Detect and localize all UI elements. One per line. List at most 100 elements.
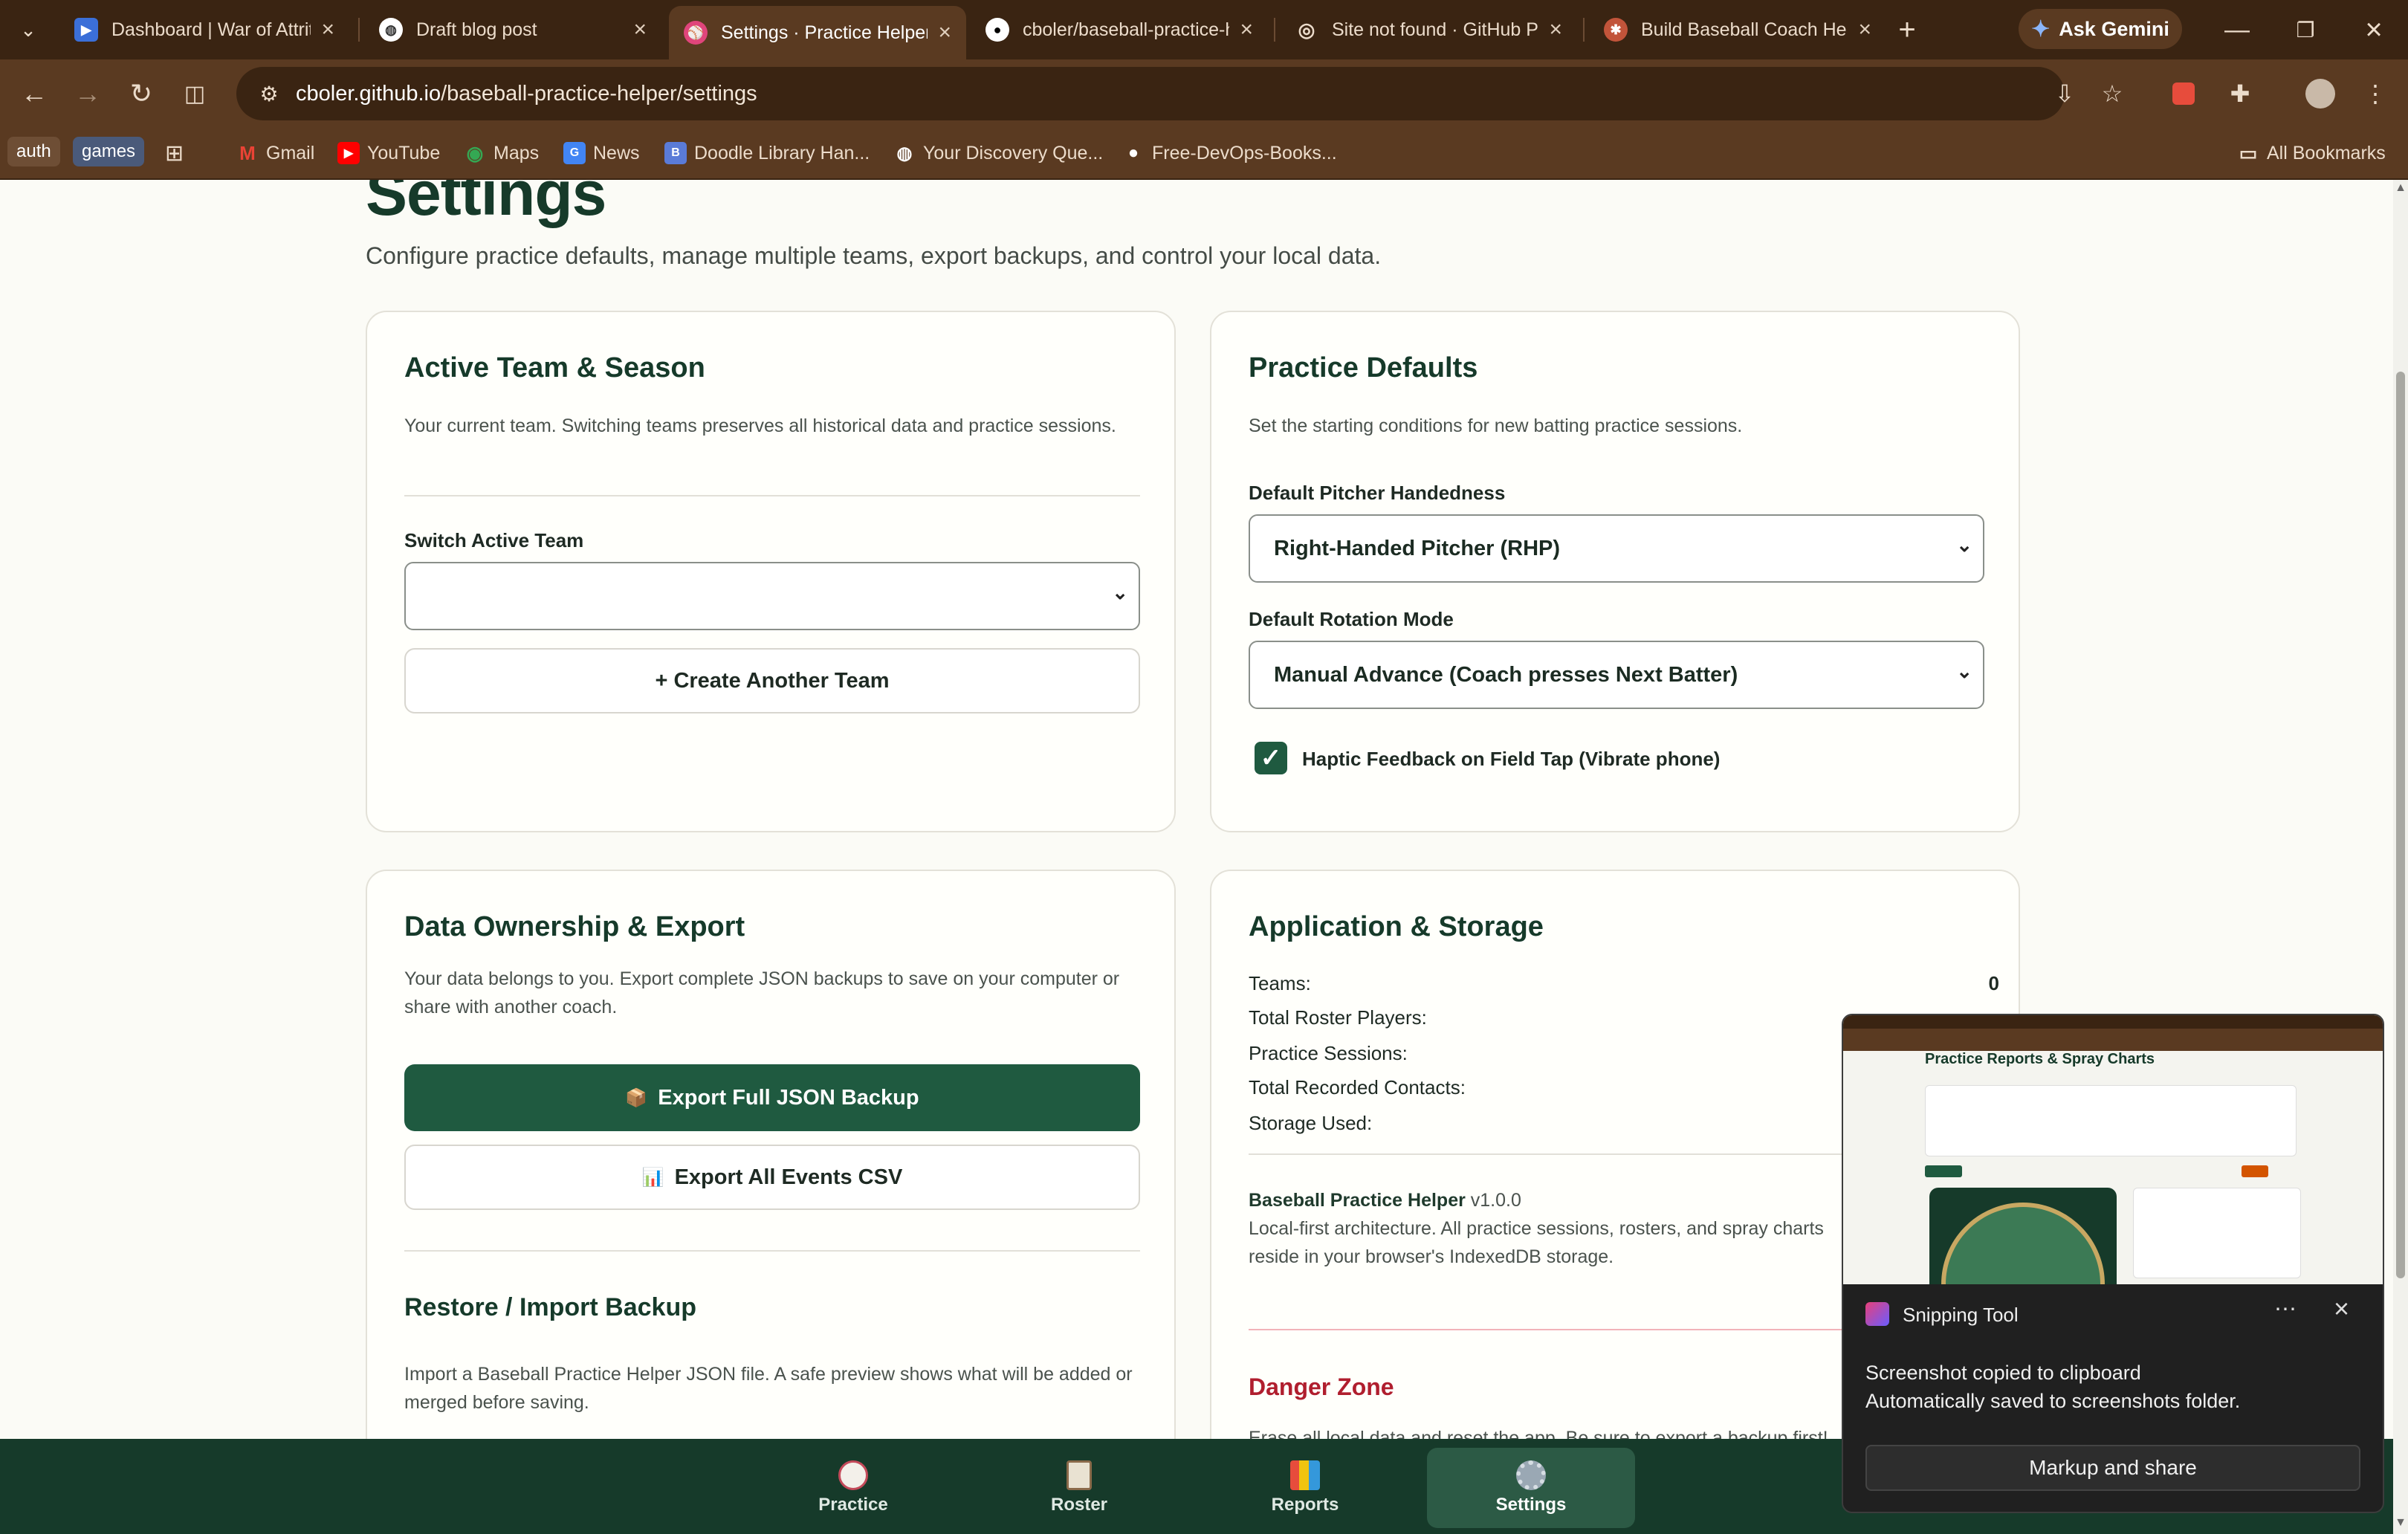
install-app-icon[interactable]: ⇩ <box>2045 74 2084 113</box>
haptic-feedback-checkbox[interactable]: ✓ <box>1255 742 1287 774</box>
folder-icon: ▭ <box>2239 141 2258 164</box>
ask-gemini-button[interactable]: ✦ Ask Gemini <box>2019 9 2182 49</box>
rotation-mode-label: Default Rotation Mode <box>1249 608 1454 630</box>
preview-toolbar <box>1843 1029 2383 1051</box>
bookmark-maps[interactable]: ◉ Maps <box>464 137 539 169</box>
tab-site-not-found[interactable]: ◎ Site not found · GitHub Pages × <box>1280 6 1577 54</box>
nav-reports[interactable]: Reports <box>1201 1448 1409 1528</box>
tab-github-repo[interactable]: ● cboler/baseball-practice-helper × <box>971 6 1268 54</box>
profile-avatar-icon[interactable] <box>2301 74 2340 113</box>
extension-red-icon[interactable] <box>2164 74 2203 113</box>
data-export-description: Your data belongs to you. Export complet… <box>404 968 1120 1017</box>
tab-title: Dashboard | War of Attrition <box>111 19 311 40</box>
bookmark-label: All Bookmarks <box>2267 142 2386 164</box>
url-host: cboler.github.io <box>296 81 441 106</box>
close-icon[interactable]: × <box>633 17 647 42</box>
stat-label: Practice Sessions: <box>1249 1042 1408 1064</box>
minimize-window-icon[interactable]: — <box>2218 10 2256 49</box>
bookmark-star-icon[interactable]: ☆ <box>2093 74 2132 113</box>
tab-settings-practice-helper[interactable]: ⚾ Settings · Practice Helper × <box>669 6 966 59</box>
close-icon[interactable]: × <box>1858 17 1871 42</box>
draft-favicon-icon: ◍ <box>379 18 403 42</box>
gemini-label: Ask Gemini <box>2059 17 2169 40</box>
close-icon[interactable]: × <box>2334 1293 2349 1324</box>
stat-teams: Teams: 0 <box>1249 972 1999 1002</box>
bookmark-youtube[interactable]: ▶ YouTube <box>337 137 440 169</box>
reload-icon[interactable]: ↻ <box>122 74 161 113</box>
back-arrow-icon[interactable]: ← <box>15 74 54 113</box>
pitcher-handedness-select[interactable]: Right-Handed Pitcher (RHP) ⌄ <box>1249 514 1984 583</box>
bookmark-devops-books[interactable]: ● Free-DevOps-Books... <box>1122 137 1337 169</box>
bookmark-gmail[interactable]: M Gmail <box>236 137 314 169</box>
gear-icon <box>1516 1460 1546 1490</box>
restore-window-icon[interactable]: ❐ <box>2286 10 2325 49</box>
data-export-card: Data Ownership & Export Your data belong… <box>366 870 1176 1439</box>
more-options-icon[interactable]: ⋯ <box>2274 1296 2297 1322</box>
nav-label: Practice <box>818 1495 888 1515</box>
scroll-up-arrow-icon[interactable]: ▲ <box>2395 181 2407 195</box>
baseball-icon <box>838 1460 868 1490</box>
news-icon: G <box>563 142 586 164</box>
address-bar[interactable]: ⚙ cboler.github.io/baseball-practice-hel… <box>236 67 2065 120</box>
snipping-tool-notification[interactable]: Practice Reports & Spray Charts Snipping… <box>1842 1014 2384 1513</box>
github-favicon-icon: ● <box>985 18 1009 42</box>
bookmark-news[interactable]: G News <box>563 137 640 169</box>
bookmark-chip-auth[interactable]: auth <box>7 137 60 166</box>
bookmark-label: Doodle Library Han... <box>694 142 870 164</box>
tab-dashboard[interactable]: ▶ Dashboard | War of Attrition × <box>59 6 349 54</box>
stat-label: Storage Used: <box>1249 1112 1373 1134</box>
nav-label: Roster <box>1050 1495 1108 1515</box>
tab-search-icon[interactable]: ⌄ <box>10 12 46 48</box>
close-icon[interactable]: × <box>321 17 334 42</box>
practice-defaults-heading: Practice Defaults <box>1249 352 1478 384</box>
snipping-tool-message: Screenshot copied to clipboard Automatic… <box>1865 1359 2240 1415</box>
create-team-button[interactable]: + Create Another Team <box>404 648 1140 713</box>
split-view-icon[interactable]: ◫ <box>175 74 214 113</box>
doodle-icon: B <box>664 142 687 164</box>
export-json-button[interactable]: 📦 Export Full JSON Backup <box>404 1064 1140 1131</box>
bookmark-discovery-queue[interactable]: ◍ Your Discovery Que... <box>893 137 1104 169</box>
close-icon[interactable]: × <box>938 20 951 45</box>
export-csv-button[interactable]: 📊 Export All Events CSV <box>404 1145 1140 1210</box>
browser-menu-icon[interactable]: ⋮ <box>2356 74 2395 113</box>
stat-label: Total Roster Players: <box>1249 1006 1427 1029</box>
rotation-mode-select[interactable]: Manual Advance (Coach presses Next Batte… <box>1249 641 1984 709</box>
globe-icon: ◎ <box>1298 18 1315 41</box>
preview-field-arc <box>1941 1203 2105 1284</box>
restore-description: Import a Baseball Practice Helper JSON f… <box>404 1364 1133 1413</box>
active-team-card: Active Team & Season Your current team. … <box>366 311 1176 832</box>
message-line-2: Automatically saved to screenshots folde… <box>1865 1390 2241 1412</box>
active-team-heading: Active Team & Season <box>404 352 705 384</box>
all-bookmarks[interactable]: ▭ All Bookmarks <box>2237 137 2386 169</box>
bookmark-doodle-library[interactable]: B Doodle Library Han... <box>664 137 870 169</box>
page-scrollbar-thumb[interactable] <box>2396 372 2405 1278</box>
bookmark-chip-games[interactable]: games <box>73 137 145 166</box>
extensions-puzzle-icon[interactable]: ✚ <box>2221 74 2259 113</box>
close-window-icon[interactable]: × <box>2354 10 2393 49</box>
bookmark-label: Your Discovery Que... <box>923 142 1104 164</box>
site-info-icon[interactable]: ⚙ <box>247 82 291 106</box>
scroll-down-arrow-icon[interactable]: ▼ <box>2395 1516 2407 1530</box>
restore-heading: Restore / Import Backup <box>404 1293 696 1321</box>
architecture-description: Local-first architecture. All practice s… <box>1249 1218 1824 1267</box>
tab-build-coach-helper[interactable]: ✱ Build Baseball Coach Helper × <box>1589 6 1886 54</box>
forward-arrow-icon[interactable]: → <box>68 74 107 113</box>
bookmark-label: Gmail <box>266 142 315 164</box>
close-icon[interactable]: × <box>1240 17 1253 42</box>
apps-grid-icon[interactable]: ⊞ <box>165 137 184 169</box>
nav-settings[interactable]: Settings <box>1427 1448 1635 1528</box>
preview-tab-strip <box>1843 1015 2383 1029</box>
switch-team-select[interactable]: ⌄ <box>404 562 1140 630</box>
page-title: Settings <box>366 180 606 228</box>
screenshot-preview-thumbnail[interactable]: Practice Reports & Spray Charts <box>1843 1015 2383 1284</box>
new-tab-plus-icon[interactable]: + <box>1888 10 1926 49</box>
divider <box>404 1250 1140 1252</box>
tab-draft-blog[interactable]: ◍ Draft blog post × <box>364 6 661 54</box>
chevron-down-icon: ⌄ <box>1956 534 1972 556</box>
export-json-label: Export Full JSON Backup <box>658 1085 919 1110</box>
nav-roster[interactable]: Roster <box>975 1448 1183 1528</box>
storage-heading: Application & Storage <box>1249 911 1544 942</box>
nav-practice[interactable]: Practice <box>749 1448 957 1528</box>
close-icon[interactable]: × <box>1549 17 1562 42</box>
markup-and-share-button[interactable]: Markup and share <box>1865 1445 2360 1491</box>
